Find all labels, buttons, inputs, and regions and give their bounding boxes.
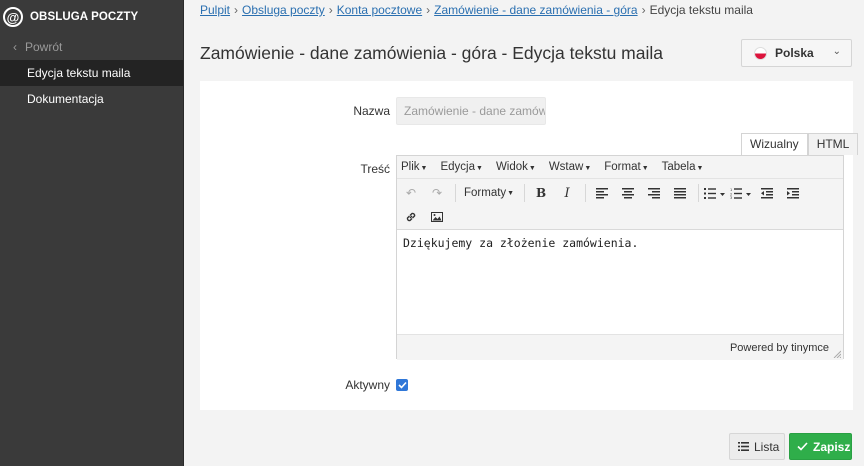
breadcrumb-link-mail-service[interactable]: Obsluga poczty bbox=[242, 3, 325, 17]
list-button-label: Lista bbox=[754, 439, 780, 454]
editor-content[interactable]: Dziękujemy za złożenie zamówienia. bbox=[397, 230, 843, 334]
sidebar-item-label: Edycja tekstu maila bbox=[27, 66, 131, 80]
caret-down-icon: ▼ bbox=[584, 165, 592, 172]
sidebar-title: OBSLUGA POCZTY bbox=[30, 11, 139, 23]
breadcrumb-separator: › bbox=[641, 3, 646, 17]
formats-label: Formaty bbox=[464, 187, 507, 199]
outdent-icon[interactable] bbox=[755, 182, 779, 204]
caret-down-icon: ▼ bbox=[420, 165, 428, 172]
editor-tabs: Wizualny HTML bbox=[741, 133, 859, 155]
chevron-left-icon: ‹ bbox=[13, 40, 17, 54]
redo-icon[interactable]: ↷ bbox=[425, 182, 449, 204]
editor-toolbar: ↶ ↷ Formaty ▼ B I 1 2 3 bbox=[397, 179, 843, 230]
sidebar-item-edit-mail-text[interactable]: Edycja tekstu maila bbox=[0, 60, 183, 86]
tab-visual[interactable]: Wizualny bbox=[741, 133, 808, 155]
back-link[interactable]: ‹ Powrót bbox=[0, 34, 183, 60]
menu-table[interactable]: Tabela▼ bbox=[662, 161, 704, 173]
menu-label: Edycja bbox=[440, 161, 475, 173]
active-checkbox[interactable] bbox=[396, 379, 408, 391]
bullet-list-icon[interactable] bbox=[703, 182, 727, 204]
bold-icon[interactable]: B bbox=[529, 182, 553, 204]
language-select[interactable]: Polska ⌄ bbox=[741, 39, 852, 67]
breadcrumb-separator: › bbox=[328, 3, 333, 17]
menu-insert[interactable]: Wstaw▼ bbox=[549, 161, 591, 173]
menu-label: Wstaw bbox=[548, 161, 584, 173]
back-label: Powrót bbox=[25, 40, 63, 54]
menu-file[interactable]: Plik▼ bbox=[401, 161, 427, 173]
editor-statusbar: Powered by tinymce bbox=[397, 334, 843, 360]
numbered-list-icon[interactable]: 123 bbox=[729, 182, 753, 204]
sidebar-item-label: Dokumentacja bbox=[27, 92, 104, 106]
save-button[interactable]: Zapisz bbox=[789, 433, 852, 460]
powered-by-tinymce[interactable]: Powered by tinymce bbox=[730, 342, 829, 354]
list-icon bbox=[738, 440, 749, 454]
caret-down-icon: ▼ bbox=[507, 189, 515, 197]
breadcrumb-separator: › bbox=[426, 3, 431, 17]
name-input[interactable]: Zamówienie - dane zamówi bbox=[396, 97, 546, 125]
toolbar-divider bbox=[585, 184, 587, 202]
page-title: Zamówienie - dane zamówienia - góra - Ed… bbox=[200, 43, 663, 63]
content-label: Treść bbox=[360, 162, 390, 176]
link-icon[interactable] bbox=[399, 206, 423, 228]
menu-label: Widok bbox=[495, 161, 528, 173]
breadcrumb-link-order-template[interactable]: Zamówienie - dane zamówienia - góra bbox=[434, 3, 637, 17]
caret-down-icon: ▼ bbox=[528, 165, 536, 172]
breadcrumb-link-dashboard[interactable]: Pulpit bbox=[200, 3, 230, 17]
chevron-down-icon: ⌄ bbox=[832, 46, 841, 57]
sidebar-header: @ OBSLUGA POCZTY bbox=[0, 0, 183, 34]
form-panel: Nazwa Zamówienie - dane zamówi Wizualny … bbox=[200, 81, 859, 410]
name-label: Nazwa bbox=[353, 104, 390, 118]
undo-icon[interactable]: ↶ bbox=[399, 182, 423, 204]
align-justify-icon[interactable] bbox=[668, 182, 692, 204]
sidebar-item-documentation[interactable]: Dokumentacja bbox=[0, 86, 183, 112]
checkmark-icon bbox=[397, 381, 407, 389]
svg-text:3: 3 bbox=[730, 196, 732, 199]
caret-down-icon: ▼ bbox=[696, 165, 704, 172]
tab-html[interactable]: HTML bbox=[807, 133, 859, 155]
editor-menubar: Plik▼ Edycja▼ Widok▼ Wstaw▼ Format▼ Tabe… bbox=[397, 156, 843, 179]
list-button[interactable]: Lista bbox=[729, 433, 785, 460]
breadcrumb: Pulpit › Obsluga poczty › Konta pocztowe › Zam… bbox=[200, 3, 753, 17]
caret-down-icon: ▼ bbox=[641, 165, 649, 172]
align-right-icon[interactable] bbox=[642, 182, 666, 204]
svg-text:1: 1 bbox=[730, 188, 732, 192]
caret-down-icon: ▼ bbox=[476, 165, 483, 172]
indent-icon[interactable] bbox=[781, 182, 805, 204]
language-label: Polska bbox=[775, 46, 814, 60]
sidebar: @ OBSLUGA POCZTY ‹ Powrót Edycja tekstu … bbox=[0, 0, 184, 466]
poland-flag-icon bbox=[754, 46, 767, 60]
toolbar-divider bbox=[524, 184, 526, 202]
active-label: Aktywny bbox=[345, 378, 390, 392]
breadcrumb-current: Edycja tekstu maila bbox=[649, 3, 753, 17]
toolbar-divider bbox=[455, 184, 456, 202]
menu-view[interactable]: Widok▼ bbox=[496, 161, 536, 173]
save-button-label: Zapisz bbox=[813, 439, 851, 454]
menu-label: Plik bbox=[401, 161, 420, 173]
align-center-icon[interactable] bbox=[616, 182, 640, 204]
menu-label: Format bbox=[604, 161, 641, 173]
formats-dropdown[interactable]: Formaty ▼ bbox=[460, 182, 518, 204]
check-icon bbox=[797, 440, 808, 454]
menu-format[interactable]: Format▼ bbox=[604, 161, 648, 173]
resize-handle-icon[interactable] bbox=[833, 350, 841, 358]
breadcrumb-link-mail-accounts[interactable]: Konta pocztowe bbox=[337, 3, 422, 17]
breadcrumb-separator: › bbox=[234, 3, 239, 17]
at-sign-logo-icon: @ bbox=[3, 7, 23, 27]
image-icon[interactable] bbox=[425, 206, 449, 228]
toolbar-divider bbox=[698, 184, 700, 202]
rich-text-editor: Plik▼ Edycja▼ Widok▼ Wstaw▼ Format▼ Tabe… bbox=[396, 155, 844, 360]
menu-edit[interactable]: Edycja▼ bbox=[440, 161, 482, 173]
italic-icon[interactable]: I bbox=[555, 182, 579, 204]
align-left-icon[interactable] bbox=[590, 182, 614, 204]
menu-label: Tabela bbox=[661, 161, 696, 173]
